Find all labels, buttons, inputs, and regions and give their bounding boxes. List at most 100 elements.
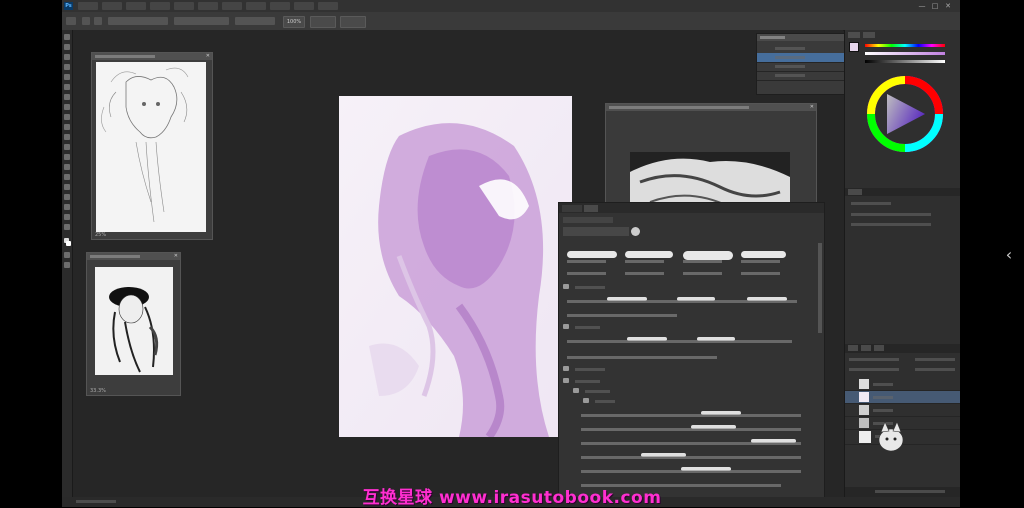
color-wheel-icon[interactable] (867, 76, 943, 152)
tab-swatches[interactable] (863, 32, 875, 38)
screen-mode-icon[interactable] (64, 262, 70, 268)
brightness-slider[interactable] (865, 60, 945, 63)
recent-brushes[interactable] (563, 227, 629, 236)
tab-brush-settings[interactable] (562, 205, 582, 212)
brush-folder[interactable] (583, 397, 820, 406)
zoom-out-icon[interactable] (94, 17, 102, 25)
quick-select-tool-icon[interactable] (64, 64, 70, 70)
foreground-color-swatch[interactable] (849, 42, 859, 52)
menu-3d[interactable] (246, 2, 266, 10)
history-entry[interactable] (757, 71, 847, 81)
fill-screen-button[interactable] (340, 16, 366, 28)
brush-folder[interactable] (563, 365, 820, 374)
brush-preset-row[interactable] (567, 309, 807, 321)
brush-preset-row[interactable] (581, 423, 811, 435)
fit-screen-button[interactable] (310, 16, 336, 28)
brush-preset-row[interactable] (567, 351, 807, 363)
fill-field[interactable] (915, 368, 955, 371)
zoom-in-icon[interactable] (82, 17, 90, 25)
background-color-swatch[interactable] (66, 241, 71, 246)
brush-tip-preview[interactable] (631, 227, 640, 236)
brush-preset-row[interactable] (581, 465, 811, 477)
document-window[interactable]: ✕ 25% (91, 52, 213, 240)
menu-layer[interactable] (150, 2, 170, 10)
crop-tool-icon[interactable] (64, 74, 70, 80)
close-icon[interactable]: ✕ (810, 104, 814, 111)
shape-tool-icon[interactable] (64, 204, 70, 210)
minimize-button[interactable]: — (918, 2, 926, 10)
brush-preset-row[interactable] (581, 451, 811, 463)
zoom-all-windows-checkbox[interactable] (174, 17, 229, 25)
scrubby-zoom-checkbox[interactable] (235, 17, 275, 25)
menu-file[interactable] (78, 2, 98, 10)
brush-preset-row[interactable] (567, 335, 807, 347)
layer-row[interactable] (845, 391, 960, 404)
brush-preset-row[interactable] (581, 437, 811, 449)
layer-row[interactable] (845, 378, 960, 391)
healing-tool-icon[interactable] (64, 94, 70, 100)
dodge-tool-icon[interactable] (64, 164, 70, 170)
resize-windows-checkbox[interactable] (108, 17, 168, 25)
brush-preset-row[interactable] (567, 295, 807, 307)
brush-panel-scrollbar[interactable] (818, 243, 822, 333)
menu-help[interactable] (318, 2, 338, 10)
quick-mask-icon[interactable] (64, 252, 70, 258)
document-title-bar[interactable]: ✕ (606, 104, 816, 111)
opacity-field[interactable] (915, 358, 955, 361)
path-select-tool-icon[interactable] (64, 194, 70, 200)
maximize-button[interactable]: □ (931, 2, 939, 10)
stamp-tool-icon[interactable] (64, 114, 70, 120)
gradient-tool-icon[interactable] (64, 144, 70, 150)
menu-select[interactable] (198, 2, 218, 10)
brush-preset[interactable] (683, 249, 738, 269)
main-canvas[interactable] (339, 96, 572, 437)
lasso-tool-icon[interactable] (64, 54, 70, 60)
menu-type[interactable] (174, 2, 194, 10)
pen-tool-icon[interactable] (64, 174, 70, 180)
blur-tool-icon[interactable] (64, 154, 70, 160)
close-window-button[interactable]: ✕ (944, 2, 952, 10)
brush-preset-row[interactable] (581, 409, 811, 421)
zoom-tool-icon[interactable] (66, 17, 76, 25)
brush-folder[interactable] (563, 377, 820, 386)
brush-folder[interactable] (573, 387, 820, 396)
history-brush-tool-icon[interactable] (64, 124, 70, 130)
move-tool-icon[interactable] (64, 34, 70, 40)
history-panel-header[interactable] (757, 34, 847, 41)
marquee-tool-icon[interactable] (64, 44, 70, 50)
menu-window[interactable] (294, 2, 314, 10)
tab-channels[interactable] (861, 345, 871, 351)
brush-preset[interactable] (741, 249, 796, 269)
eyedropper-tool-icon[interactable] (64, 84, 70, 90)
eraser-icon[interactable] (64, 134, 70, 140)
blend-mode-select[interactable] (849, 358, 899, 361)
tab-color[interactable] (848, 32, 860, 38)
brush-folder[interactable] (563, 323, 820, 332)
menu-filter[interactable] (222, 2, 242, 10)
tab-paths[interactable] (874, 345, 884, 351)
layer-row[interactable] (845, 404, 960, 417)
brush-icon[interactable] (64, 104, 70, 110)
menu-view[interactable] (270, 2, 290, 10)
chevron-left-icon[interactable]: ‹ (1002, 247, 1016, 263)
close-icon[interactable]: ✕ (206, 53, 210, 60)
zoom-tool-icon[interactable] (64, 224, 70, 230)
brush-size-slider[interactable] (563, 217, 613, 223)
brush-preset[interactable] (567, 249, 622, 269)
menu-edit[interactable] (102, 2, 122, 10)
document-title-bar[interactable]: ✕ (87, 253, 180, 260)
zoom-value-button[interactable]: 100% (283, 16, 305, 28)
document-title-bar[interactable]: ✕ (92, 53, 212, 60)
tab-layers[interactable] (848, 345, 858, 351)
hue-slider[interactable] (865, 44, 945, 47)
tab-brushes[interactable] (584, 205, 598, 212)
brush-preset[interactable] (625, 249, 680, 269)
hand-tool-icon[interactable] (64, 214, 70, 220)
lock-controls[interactable] (849, 368, 899, 371)
brush-folder[interactable] (563, 283, 820, 292)
type-tool-icon[interactable] (64, 184, 70, 190)
close-icon[interactable]: ✕ (174, 253, 178, 260)
menu-image[interactable] (126, 2, 146, 10)
saturation-slider[interactable] (865, 52, 945, 55)
document-window[interactable]: ✕ 33.3% (86, 252, 181, 396)
